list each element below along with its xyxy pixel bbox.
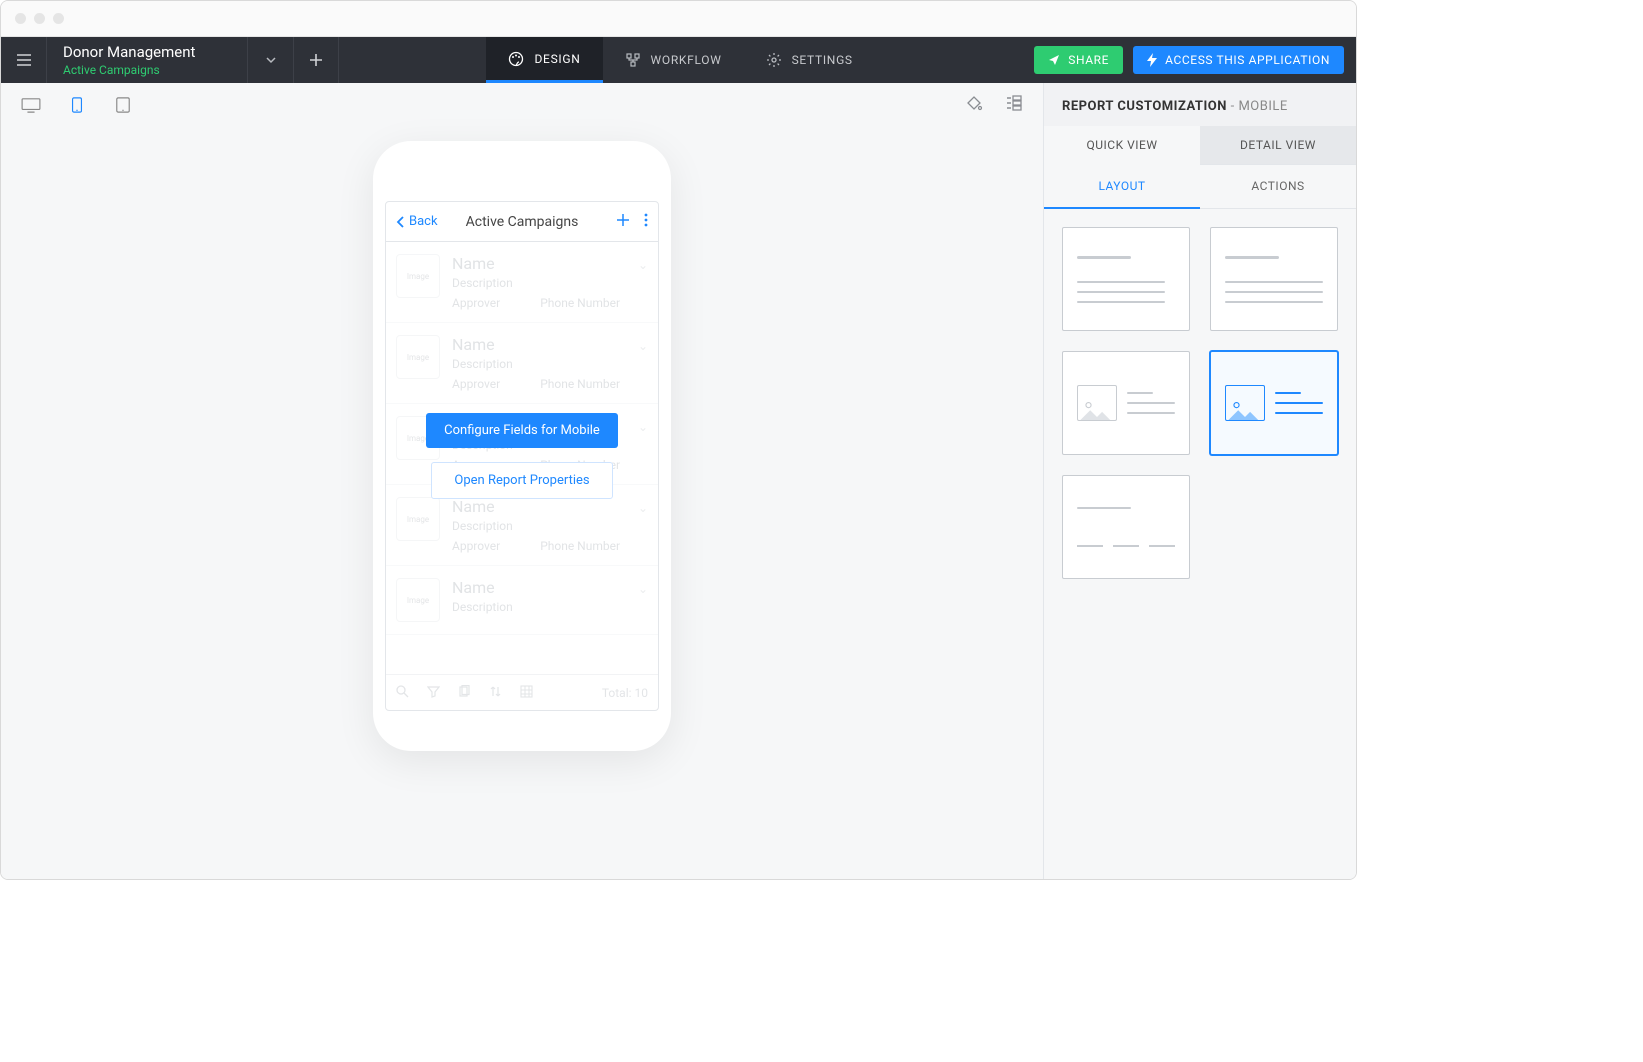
panel-title-main: REPORT CUSTOMIZATION (1062, 99, 1227, 114)
sub-tab-layout[interactable]: LAYOUT (1044, 165, 1200, 209)
side-panel: REPORT CUSTOMIZATION - MOBILE QUICK VIEW… (1043, 83, 1356, 879)
desktop-icon (21, 97, 41, 113)
layout-option-3[interactable] (1062, 351, 1190, 455)
panel-title-suffix: - MOBILE (1231, 99, 1288, 114)
app-title-block: Donor Management Active Campaigns (47, 37, 247, 83)
device-mobile[interactable] (67, 97, 87, 113)
phone-more-button[interactable] (644, 211, 648, 232)
layout-icon (1005, 94, 1023, 112)
phone-screen: Back Active Campaigns (385, 201, 659, 711)
nav-tabs: DESIGN WORKFLOW SETTINGS (339, 37, 1022, 83)
layout-preview (1275, 392, 1323, 414)
app-subtitle: Active Campaigns (63, 63, 231, 77)
kebab-icon (644, 213, 648, 227)
hamburger-icon (15, 51, 33, 69)
layout-options (1044, 209, 1356, 879)
top-navbar: Donor Management Active Campaigns DESIGN… (1, 37, 1356, 83)
image-placeholder-icon (1077, 385, 1117, 421)
device-icons (21, 97, 133, 113)
nav-tab-design[interactable]: DESIGN (486, 37, 602, 83)
bolt-icon (1147, 53, 1157, 67)
workflow-icon (625, 52, 641, 68)
canvas-inner: Back Active Campaigns (1, 127, 1043, 879)
window-titlebar (1, 1, 1356, 37)
access-app-button[interactable]: ACCESS THIS APPLICATION (1133, 46, 1344, 74)
device-desktop[interactable] (21, 97, 41, 113)
app-title: Donor Management (63, 43, 231, 61)
phone-add-button[interactable] (616, 211, 630, 232)
layout-option-1[interactable] (1062, 227, 1190, 331)
share-button[interactable]: SHARE (1034, 46, 1123, 74)
layout-preview (1225, 242, 1323, 316)
nav-tab-design-label: DESIGN (534, 52, 580, 66)
share-button-label: SHARE (1068, 53, 1109, 67)
new-app-button[interactable] (293, 37, 339, 83)
layout-tool[interactable] (1005, 94, 1023, 116)
nav-tab-workflow[interactable]: WORKFLOW (603, 37, 744, 83)
layout-preview (1077, 490, 1175, 564)
plus-icon (308, 52, 324, 68)
traffic-light-close[interactable] (15, 13, 26, 24)
paint-bucket-icon (965, 94, 983, 112)
device-toolbar (1, 83, 1043, 127)
phone-header-actions (616, 211, 648, 232)
image-placeholder-icon (1225, 385, 1265, 421)
panel-view-tabs: QUICK VIEW DETAIL VIEW (1044, 126, 1356, 165)
layout-option-4-selected[interactable] (1210, 351, 1338, 455)
design-icon (508, 51, 524, 67)
plus-icon (616, 213, 630, 227)
chevron-down-icon (264, 53, 278, 67)
layout-option-5[interactable] (1062, 475, 1190, 579)
tab-quick-view[interactable]: QUICK VIEW (1044, 126, 1200, 165)
sub-tab-actions[interactable]: ACTIONS (1200, 165, 1356, 209)
mobile-icon (67, 97, 87, 113)
nav-tab-workflow-label: WORKFLOW (651, 53, 722, 67)
app-window: Donor Management Active Campaigns DESIGN… (0, 0, 1357, 880)
layout-preview (1077, 242, 1175, 316)
theme-tool[interactable] (965, 94, 983, 116)
canvas-tools (965, 94, 1023, 116)
layout-preview (1127, 392, 1175, 414)
nav-tab-settings-label: SETTINGS (792, 53, 853, 67)
device-tablet[interactable] (113, 97, 133, 113)
content-area: Back Active Campaigns (1, 83, 1356, 879)
app-switcher-caret[interactable] (247, 37, 293, 83)
nav-tab-settings[interactable]: SETTINGS (744, 37, 875, 83)
panel-sub-tabs: LAYOUT ACTIONS (1044, 165, 1356, 209)
tab-detail-view[interactable]: DETAIL VIEW (1200, 126, 1356, 165)
phone-mock: Back Active Campaigns (373, 141, 671, 751)
menu-hamburger[interactable] (1, 37, 47, 83)
layout-option-2[interactable] (1210, 227, 1338, 331)
share-icon (1048, 54, 1060, 66)
configure-fields-button[interactable]: Configure Fields for Mobile (426, 413, 618, 448)
canvas-area: Back Active Campaigns (1, 83, 1043, 879)
access-app-button-label: ACCESS THIS APPLICATION (1165, 53, 1330, 67)
nav-right-buttons: SHARE ACCESS THIS APPLICATION (1022, 37, 1356, 83)
traffic-light-min[interactable] (34, 13, 45, 24)
panel-title: REPORT CUSTOMIZATION - MOBILE (1044, 83, 1356, 126)
phone-overlay: Configure Fields for Mobile Open Report … (386, 202, 658, 710)
traffic-light-max[interactable] (53, 13, 64, 24)
settings-icon (766, 52, 782, 68)
open-report-properties-button[interactable]: Open Report Properties (431, 462, 612, 499)
tablet-icon (113, 97, 133, 113)
